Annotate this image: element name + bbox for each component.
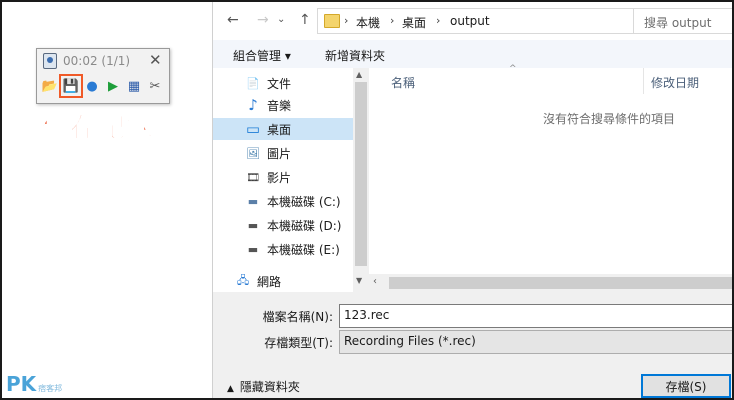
- column-divider[interactable]: [643, 68, 644, 94]
- tools-icon[interactable]: ✂: [146, 77, 164, 95]
- column-header-modified[interactable]: 修改日期: [651, 74, 699, 91]
- nav-item-label: 文件: [267, 76, 292, 91]
- empty-message: 沒有符合搜尋條件的項目: [543, 112, 676, 126]
- nav-item-label: 網路: [257, 274, 282, 289]
- filename-value: 123.rec: [344, 308, 390, 322]
- network-icon: 🖧: [236, 273, 250, 287]
- command-bar: 組合管理 ▾ 新增資料夾: [213, 40, 732, 69]
- save-form: 檔案名稱(N): 123.rec 存檔類型(T): Recording File…: [213, 292, 732, 398]
- filetype-select[interactable]: Recording Files (*.rec): [339, 330, 732, 354]
- path-separator-icon: ›: [390, 14, 395, 27]
- drive-e-icon: ▬: [247, 242, 259, 256]
- nav-item-desktop[interactable]: ▭ 桌面: [213, 118, 353, 140]
- watermark-logo: PK 痞客邦: [6, 372, 62, 396]
- breadcrumb-desktop[interactable]: 桌面: [402, 14, 426, 31]
- chevron-up-icon: ▲: [227, 384, 234, 394]
- recorder-timer: 00:02 (1/1): [63, 54, 131, 68]
- forward-arrow-icon[interactable]: →: [257, 12, 269, 28]
- path-box[interactable]: › 本機 › 桌面 › output ⌄ ↻: [317, 8, 722, 34]
- sort-ascending-icon: ^: [509, 64, 517, 74]
- search-placeholder: 搜尋 output: [644, 16, 712, 30]
- nav-item-network[interactable]: 🖧 網路: [203, 270, 343, 292]
- filetype-value: Recording Files (*.rec): [344, 334, 476, 348]
- file-list: ^ 名稱 修改日期 沒有符合搜尋條件的項目: [369, 64, 732, 292]
- nav-item-drive-e[interactable]: ▬ 本機磁碟 (E:): [213, 238, 353, 260]
- save-button[interactable]: 存檔(S): [641, 374, 731, 398]
- recorder-toolbar: 📂 💾 ● ▶ ▦ ✂: [41, 74, 164, 99]
- scroll-left-arrow-icon[interactable]: ‹: [373, 276, 377, 287]
- up-arrow-icon[interactable]: ↑: [299, 12, 311, 28]
- nav-item-videos[interactable]: 🎞 影片: [213, 166, 353, 188]
- watermark-logo-text: PK: [6, 372, 37, 396]
- hide-folders-label: 隱藏資料夾: [239, 380, 300, 394]
- recorder-titlebar: 00:02 (1/1) ✕: [37, 49, 169, 73]
- nav-vertical-scrollbar[interactable]: ▲ ▼: [353, 68, 369, 292]
- file-list-horizontal-scrollbar[interactable]: ‹: [369, 274, 732, 292]
- annotation-caption: 儲存記錄: [42, 113, 154, 145]
- recorder-widget: 00:02 (1/1) ✕ 📂 💾 ● ▶ ▦ ✂: [36, 48, 170, 104]
- pictures-icon: 🖼: [246, 146, 260, 160]
- nav-scroll-thumb[interactable]: [355, 82, 367, 266]
- hide-folders-toggle[interactable]: ▲ 隱藏資料夾: [227, 378, 300, 395]
- drive-c-icon: ▬: [247, 194, 259, 208]
- play-icon[interactable]: ▶: [104, 77, 122, 95]
- nav-item-label: 圖片: [267, 146, 292, 161]
- filetype-label: 存檔類型(T):: [264, 336, 333, 350]
- save-dialog: ← → ⌄ ↑ › 本機 › 桌面 › output ⌄ ↻ 搜尋 output…: [212, 2, 732, 398]
- navigation-pane: 📄 文件 ♪ 音樂 ▭ 桌面 🖼 圖片 🎞 影片 ▬ 本機磁碟 (C:) ▬ 本機磁碟 (D:…: [213, 68, 369, 292]
- filename-input[interactable]: 123.rec: [339, 304, 732, 328]
- address-bar: ← → ⌄ ↑ › 本機 › 桌面 › output ⌄ ↻ 搜尋 output: [213, 2, 732, 40]
- horizontal-scroll-thumb[interactable]: [389, 277, 732, 289]
- breadcrumb-this-pc[interactable]: 本機: [356, 14, 380, 31]
- path-separator-icon: ›: [436, 14, 441, 27]
- documents-icon: 📄: [246, 76, 260, 90]
- screenshot-frame: 00:02 (1/1) ✕ 📂 💾 ● ▶ ▦ ✂ 儲存記錄 PK 痞客邦 ← →…: [0, 0, 734, 400]
- save-icon[interactable]: 💾: [59, 74, 83, 98]
- nav-item-label: 桌面: [267, 122, 292, 137]
- column-header-name[interactable]: 名稱: [391, 74, 415, 91]
- nav-item-drive-d[interactable]: ▬ 本機磁碟 (D:): [213, 214, 353, 236]
- videos-icon: 🎞: [246, 170, 260, 184]
- nav-item-drive-c[interactable]: ▬ 本機磁碟 (C:): [213, 190, 353, 212]
- nav-item-pictures[interactable]: 🖼 圖片: [213, 142, 353, 164]
- back-arrow-icon[interactable]: ←: [227, 12, 239, 28]
- desktop-icon: ▭: [245, 120, 261, 138]
- recent-dropdown-icon[interactable]: ⌄: [277, 14, 285, 25]
- watermark-sub: 痞客邦: [38, 384, 63, 393]
- drive-d-icon: ▬: [247, 218, 259, 232]
- nav-item-documents[interactable]: 📄 文件: [213, 72, 353, 94]
- breadcrumb-output[interactable]: output: [450, 14, 490, 28]
- film-icon[interactable]: ▦: [125, 77, 143, 95]
- organize-button[interactable]: 組合管理 ▾: [233, 47, 291, 64]
- nav-item-label: 本機磁碟 (E:): [267, 242, 340, 257]
- nav-item-label: 本機磁碟 (C:): [267, 194, 341, 209]
- nav-item-label: 影片: [267, 170, 292, 185]
- nav-item-music[interactable]: ♪ 音樂: [213, 94, 353, 116]
- scroll-down-arrow-icon[interactable]: ▼: [356, 276, 362, 285]
- path-separator-icon: ›: [344, 14, 349, 27]
- filename-label: 檔案名稱(N):: [262, 310, 333, 324]
- record-icon[interactable]: ●: [83, 77, 101, 95]
- nav-item-label: 本機磁碟 (D:): [267, 218, 342, 233]
- search-input[interactable]: 搜尋 output: [633, 8, 732, 34]
- music-icon: ♪: [248, 96, 258, 114]
- recorder-close-icon[interactable]: ✕: [149, 51, 162, 69]
- recorder-app-icon: [43, 53, 57, 69]
- new-folder-button[interactable]: 新增資料夾: [325, 47, 385, 64]
- scroll-up-arrow-icon[interactable]: ▲: [356, 70, 362, 79]
- folder-icon: [324, 14, 340, 28]
- nav-item-label: 音樂: [267, 98, 292, 113]
- open-folder-icon[interactable]: 📂: [41, 77, 59, 95]
